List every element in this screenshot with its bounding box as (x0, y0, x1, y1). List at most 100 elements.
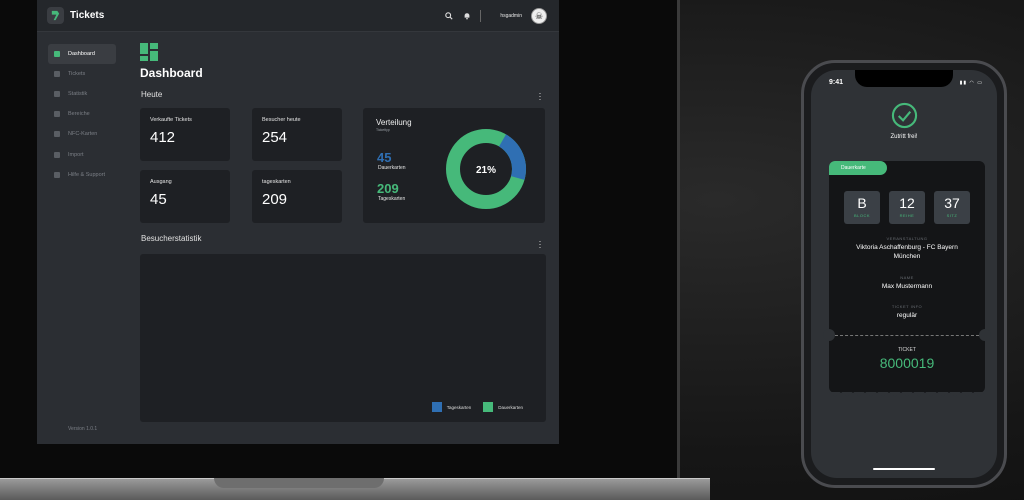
sidebar-item-label: Bereiche (68, 111, 90, 117)
search-icon[interactable] (444, 12, 453, 21)
tageskarten-value: 209 (377, 181, 399, 196)
ticket-number-label: TICKET (898, 347, 916, 353)
sidebar-item-label: NFC-Karten (68, 131, 98, 137)
sidebar-item-label: Statistik (68, 91, 88, 97)
app-logo[interactable] (47, 7, 64, 24)
stat-card-besucher-heute: Besucher heute 254 (252, 108, 342, 161)
sidebar: Dashboard Tickets Statistik Bereiche NFC… (37, 32, 127, 444)
laptop: Tickets hsgadmin ☠ Dashboard Tickets Sta… (0, 0, 680, 478)
event-label: VERANSTALTUNG (886, 236, 928, 241)
ticket-icon (54, 71, 60, 77)
seat-block-value: B (857, 195, 867, 211)
legend-label-tageskarten: Tageskarten (446, 404, 472, 410)
chart-icon (54, 91, 60, 97)
avatar[interactable]: ☠ (531, 8, 547, 24)
legend-label-dauerkarten: Dauerkarten (498, 404, 523, 410)
import-icon (54, 152, 60, 158)
ticket-cutout-left (823, 329, 835, 341)
dashboard-icon (54, 51, 60, 57)
sidebar-item-tickets[interactable]: Tickets (48, 64, 116, 84)
ticket-number: 8000019 (879, 355, 935, 371)
seat-row-label: REIHE (899, 213, 915, 218)
divider (480, 10, 482, 22)
legend-swatch-tageskarten (431, 402, 442, 412)
card-icon (54, 131, 60, 137)
stage: Tickets hsgadmin ☠ Dashboard Tickets Sta… (0, 0, 1024, 500)
section-title-besucherstatistik: Besucherstatistik (141, 234, 202, 243)
ticket-info-label: TICKET INFO (891, 304, 923, 309)
check-circle-icon (891, 102, 918, 129)
section-title-heute: Heute (141, 90, 163, 99)
access-status: Zutritt frei! (890, 134, 918, 140)
stat-value: 254 (262, 129, 288, 146)
distribution-donut-chart: 21% (446, 129, 526, 209)
sidebar-item-hilfe-support[interactable]: Hilfe & Support (48, 165, 116, 185)
ticket-perforation (835, 335, 979, 336)
seat-block-label: BLOCK (853, 213, 871, 218)
stat-value: 209 (262, 191, 288, 208)
seat-seat-label: SITZ (946, 213, 958, 218)
event-line2: München (893, 253, 921, 260)
name-label: NAME (900, 275, 914, 280)
visitor-statistics-chart: Tageskarten Dauerkarten (140, 254, 546, 422)
sidebar-item-bereiche[interactable]: Bereiche (48, 104, 116, 124)
event-line1: Viktoria Aschaffenburg - FC Bayern (856, 244, 958, 251)
stat-label: Verkaufte Tickets (150, 117, 192, 123)
sidebar-item-label: Dashboard (68, 51, 95, 57)
page-title: Dashboard (140, 66, 203, 80)
ticket-type-tag: Dauerkarte (829, 161, 887, 175)
sidebar-item-dashboard[interactable]: Dashboard (48, 44, 116, 64)
sidebar-item-label: Import (68, 152, 84, 158)
ticket-logo-icon (51, 10, 60, 21)
distribution-title: Verteilung (376, 118, 412, 127)
sidebar-item-statistik[interactable]: Statistik (48, 84, 116, 104)
notification-bell-icon[interactable] (462, 12, 471, 21)
distribution-subtitle: Tickettyp (376, 128, 390, 132)
stat-value: 45 (150, 191, 167, 208)
more-options-icon[interactable]: · · · (538, 89, 542, 104)
stat-value: 412 (150, 129, 176, 146)
phone-notch (855, 70, 953, 87)
top-bar: Tickets hsgadmin ☠ (37, 0, 559, 32)
help-icon (54, 172, 60, 178)
seat-seat-value: 37 (944, 195, 960, 211)
seat-row-value: 12 (899, 195, 915, 211)
stat-label: Ausgang (150, 179, 172, 185)
more-options-icon[interactable]: · · · (538, 237, 542, 252)
chart-legend: Tageskarten Dauerkarten (431, 402, 530, 412)
signal-wifi-battery-icon: ▮▮ ◠ ▭ (959, 80, 983, 86)
ticket-card: Dauerkarte B BLOCK 12 REIHE 37 SITZ VERA… (823, 161, 991, 397)
laptop-notch (214, 478, 384, 488)
phone-time: 9:41 (829, 79, 844, 86)
sidebar-item-import[interactable]: Import (48, 145, 116, 165)
ticket-torn-edge (829, 392, 985, 397)
dauerkarten-value: 45 (377, 150, 392, 165)
stat-label: tageskarten (262, 179, 291, 185)
stat-card-ausgang: Ausgang 45 (140, 170, 230, 223)
laptop-screen: Tickets hsgadmin ☠ Dashboard Tickets Sta… (37, 0, 559, 444)
dashboard-icon (140, 43, 158, 61)
seat-seat-box: 37 SITZ (934, 191, 970, 224)
seat-row-box: 12 REIHE (889, 191, 925, 224)
sidebar-item-nfc-karten[interactable]: NFC-Karten (48, 124, 116, 144)
tageskarten-label: Tageskarten (378, 196, 406, 202)
sidebar-item-label: Hilfe & Support (68, 172, 105, 178)
stat-label: Besucher heute (262, 117, 301, 123)
holder-name: Max Mustermann (881, 283, 933, 290)
sidebar-item-label: Tickets (68, 71, 86, 77)
dauerkarten-label: Dauerkarten (378, 165, 406, 171)
stat-card-verkaufte-tickets: Verkaufte Tickets 412 (140, 108, 230, 161)
username[interactable]: hsgadmin (500, 13, 522, 19)
home-indicator (873, 468, 935, 470)
app-title: Tickets (70, 10, 105, 21)
stat-card-tageskarten: tageskarten 209 (252, 170, 342, 223)
distribution-card: Verteilung Tickettyp 45 Dauerkarten 209 … (363, 108, 545, 223)
phone-screen: 9:41 ▮▮ ◠ ▭ Zutritt frei! Dauerkarte B B… (811, 70, 997, 478)
legend-swatch-dauerkarten (483, 402, 494, 412)
version-label: Version 1.0.1 (68, 426, 98, 432)
phone: 9:41 ▮▮ ◠ ▭ Zutritt frei! Dauerkarte B B… (801, 60, 1007, 488)
area-icon (54, 111, 60, 117)
ticket-cutout-right (979, 329, 991, 341)
donut-center-label: 21% (476, 165, 496, 176)
seat-block-box: B BLOCK (844, 191, 880, 224)
